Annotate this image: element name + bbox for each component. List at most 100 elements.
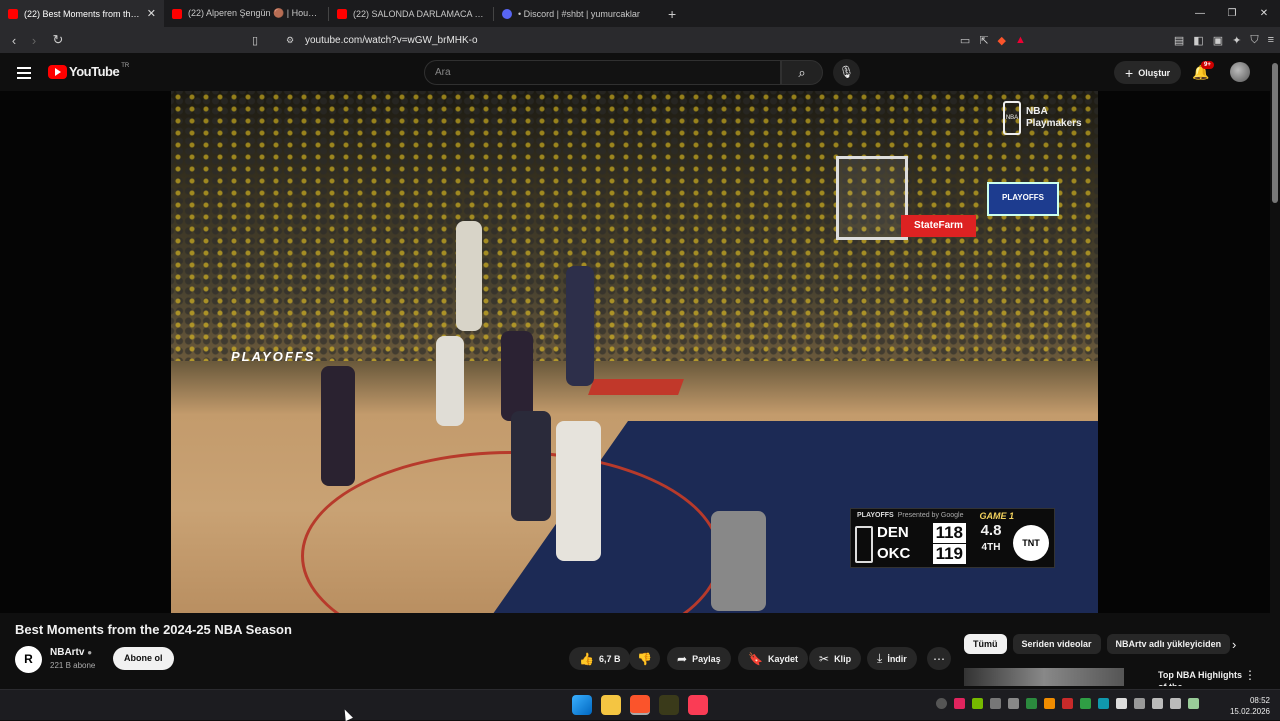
like-button[interactable]: 👍 6,7 B: [569, 647, 631, 670]
account-avatar[interactable]: [1230, 62, 1250, 82]
channel-name-text: NBArtv: [50, 647, 85, 658]
minimize-button[interactable]: —: [1184, 0, 1216, 27]
tab-label: • Discord | #shbt | yumurcaklar: [518, 8, 640, 19]
tray-app-icon[interactable]: [990, 698, 1001, 709]
player-figure: [501, 331, 533, 421]
scorebug-series: PLAYOFFS: [857, 512, 894, 519]
close-tab-icon[interactable]: ✕: [147, 7, 156, 20]
basketball-hoop: [836, 156, 908, 240]
download-button[interactable]: ⤓ İndir: [867, 647, 917, 670]
browser-toolbar-icons: ▭ ⇱ ◆ ▲ ▤ ◧ ▣ ✦ ⛉ ≡: [960, 27, 1274, 53]
playoffs-sign: PLAYOFFS: [987, 182, 1059, 216]
windows-taskbar: 08:52 15.02.2026: [0, 689, 1280, 720]
microphone-icon: 🎙: [838, 65, 855, 79]
share-icon[interactable]: ⇱: [979, 34, 988, 47]
start-menu-icon[interactable]: [572, 695, 592, 715]
tray-app-icon[interactable]: [1008, 698, 1019, 709]
forward-icon[interactable]: ›: [24, 33, 44, 48]
notifications-button[interactable]: 🔔 9+: [1192, 61, 1214, 81]
bookmark-icon[interactable]: ▯: [252, 34, 258, 47]
tray-microphone-icon[interactable]: [1134, 698, 1145, 709]
vpn-icon[interactable]: ⛉: [1250, 34, 1258, 47]
file-explorer-icon[interactable]: [601, 695, 621, 715]
taskbar-clock[interactable]: 08:52 15.02.2026: [1230, 695, 1270, 717]
page-scrollbar[interactable]: [1270, 53, 1280, 685]
cast-icon[interactable]: ▭: [960, 34, 970, 47]
video-title: Best Moments from the 2024-25 NBA Season: [15, 622, 292, 637]
player-container: PLAYOFFS StateFarm PLAYOFFS NBA NBA Play…: [0, 91, 1270, 613]
tray-nvidia-icon[interactable]: [972, 698, 983, 709]
recommendation-thumbnail[interactable]: [964, 668, 1124, 686]
menu-icon[interactable]: ≡: [1268, 34, 1274, 46]
reading-list-icon[interactable]: ▤: [1174, 34, 1184, 47]
share-button[interactable]: ➦ Paylaş: [667, 647, 731, 670]
search-box: [424, 60, 781, 85]
voice-search-button[interactable]: 🎙: [833, 59, 860, 86]
youtube-header: YouTube TR ⌕ 🎙 + Oluştur 🔔 9+: [0, 53, 1280, 91]
brave-shield-icon[interactable]: ◆: [998, 34, 1006, 47]
tab-salonda[interactable]: (22) SALONDA DARLAMACA - YouTube: [329, 0, 493, 27]
recommendation-item[interactable]: Top NBA Highlights of the: [964, 666, 1244, 686]
url-field[interactable]: ▯ ⚙ youtube.com/watch?v=wGW_brMHK-o: [252, 29, 1000, 51]
channel-name[interactable]: NBArtv ●: [50, 647, 92, 658]
recommendation-title[interactable]: Top NBA Highlights of the: [1158, 669, 1244, 686]
tray-app-icon[interactable]: [1098, 698, 1109, 709]
tray-battery-icon[interactable]: [1188, 698, 1199, 709]
close-window-button[interactable]: ✕: [1248, 0, 1280, 27]
tray-app-icon[interactable]: [1044, 698, 1055, 709]
clock-date: 15.02.2026: [1229, 707, 1270, 716]
chip-series[interactable]: Seriden videolar: [1012, 634, 1101, 654]
tray-volume-icon[interactable]: [1170, 698, 1181, 709]
chip-uploader[interactable]: NBArtv adlı yükleyiciden: [1106, 634, 1231, 654]
rewards-icon[interactable]: ▲: [1015, 34, 1026, 46]
subscribe-button[interactable]: Abone ol: [113, 647, 174, 670]
channel-avatar[interactable]: R: [15, 646, 42, 673]
menu-hamburger-icon[interactable]: [17, 67, 31, 82]
youtube-play-icon: [48, 64, 67, 79]
address-bar-row: ‹ › ↻ ▯ ⚙ youtube.com/watch?v=wGW_brMHK-…: [0, 27, 1280, 53]
tray-app-icon[interactable]: [1080, 698, 1091, 709]
save-button[interactable]: 🔖 Kaydet: [738, 647, 808, 670]
more-actions-button[interactable]: ⋯: [927, 647, 951, 670]
court-lane: [588, 379, 684, 395]
dislike-button[interactable]: 👎: [629, 647, 660, 670]
tray-app-icon[interactable]: [954, 698, 965, 709]
share-label: Paylaş: [692, 653, 721, 664]
video-player[interactable]: PLAYOFFS StateFarm PLAYOFFS NBA NBA Play…: [171, 91, 1098, 613]
tray-app-icon[interactable]: [936, 698, 947, 709]
wallet-icon[interactable]: ▣: [1213, 34, 1223, 47]
maximize-button[interactable]: ❐: [1216, 0, 1248, 27]
scorebug-row-den: DEN 118: [877, 522, 969, 543]
scrollbar-thumb[interactable]: [1272, 63, 1278, 203]
new-tab-button[interactable]: +: [668, 6, 676, 22]
tray-network-icon[interactable]: [1152, 698, 1163, 709]
site-info-icon[interactable]: ⚙: [286, 35, 294, 46]
search-input[interactable]: [435, 67, 735, 78]
player-figure: [436, 336, 464, 426]
search-button[interactable]: ⌕: [781, 60, 823, 85]
share-arrow-icon: ➦: [677, 651, 688, 666]
create-button[interactable]: + Oluştur: [1114, 61, 1182, 84]
chip-all[interactable]: Tümü: [964, 634, 1007, 654]
tab-discord[interactable]: • Discord | #shbt | yumurcaklar: [494, 0, 658, 27]
tray-app-icon[interactable]: [1026, 698, 1037, 709]
chevron-right-icon[interactable]: ›: [1232, 637, 1236, 652]
brave-browser-icon[interactable]: [630, 695, 650, 715]
discord-favicon-icon: [502, 8, 512, 19]
tab-alperen[interactable]: (22) Alperen Şengün 🟤 | Houston R: [164, 0, 328, 27]
leo-ai-icon[interactable]: ✦: [1232, 34, 1241, 47]
game-clock: 4.8: [980, 522, 1002, 539]
team-score: 118: [932, 522, 966, 543]
app-icon[interactable]: [659, 695, 679, 715]
clip-label: Klip: [834, 653, 852, 664]
clip-button[interactable]: ✂ Klip: [809, 647, 862, 670]
sidebar-icon[interactable]: ◧: [1193, 34, 1203, 47]
more-vertical-icon[interactable]: ⋮: [1244, 668, 1256, 682]
reload-icon[interactable]: ↻: [48, 32, 68, 48]
tray-app-icon[interactable]: [1062, 698, 1073, 709]
tray-app-icon[interactable]: [1116, 698, 1127, 709]
back-icon[interactable]: ‹: [4, 33, 24, 48]
apple-music-icon[interactable]: [688, 695, 708, 715]
tab-best-moments[interactable]: (22) Best Moments from the 2024 ✕: [0, 0, 164, 27]
youtube-logo[interactable]: YouTube TR: [48, 63, 129, 79]
